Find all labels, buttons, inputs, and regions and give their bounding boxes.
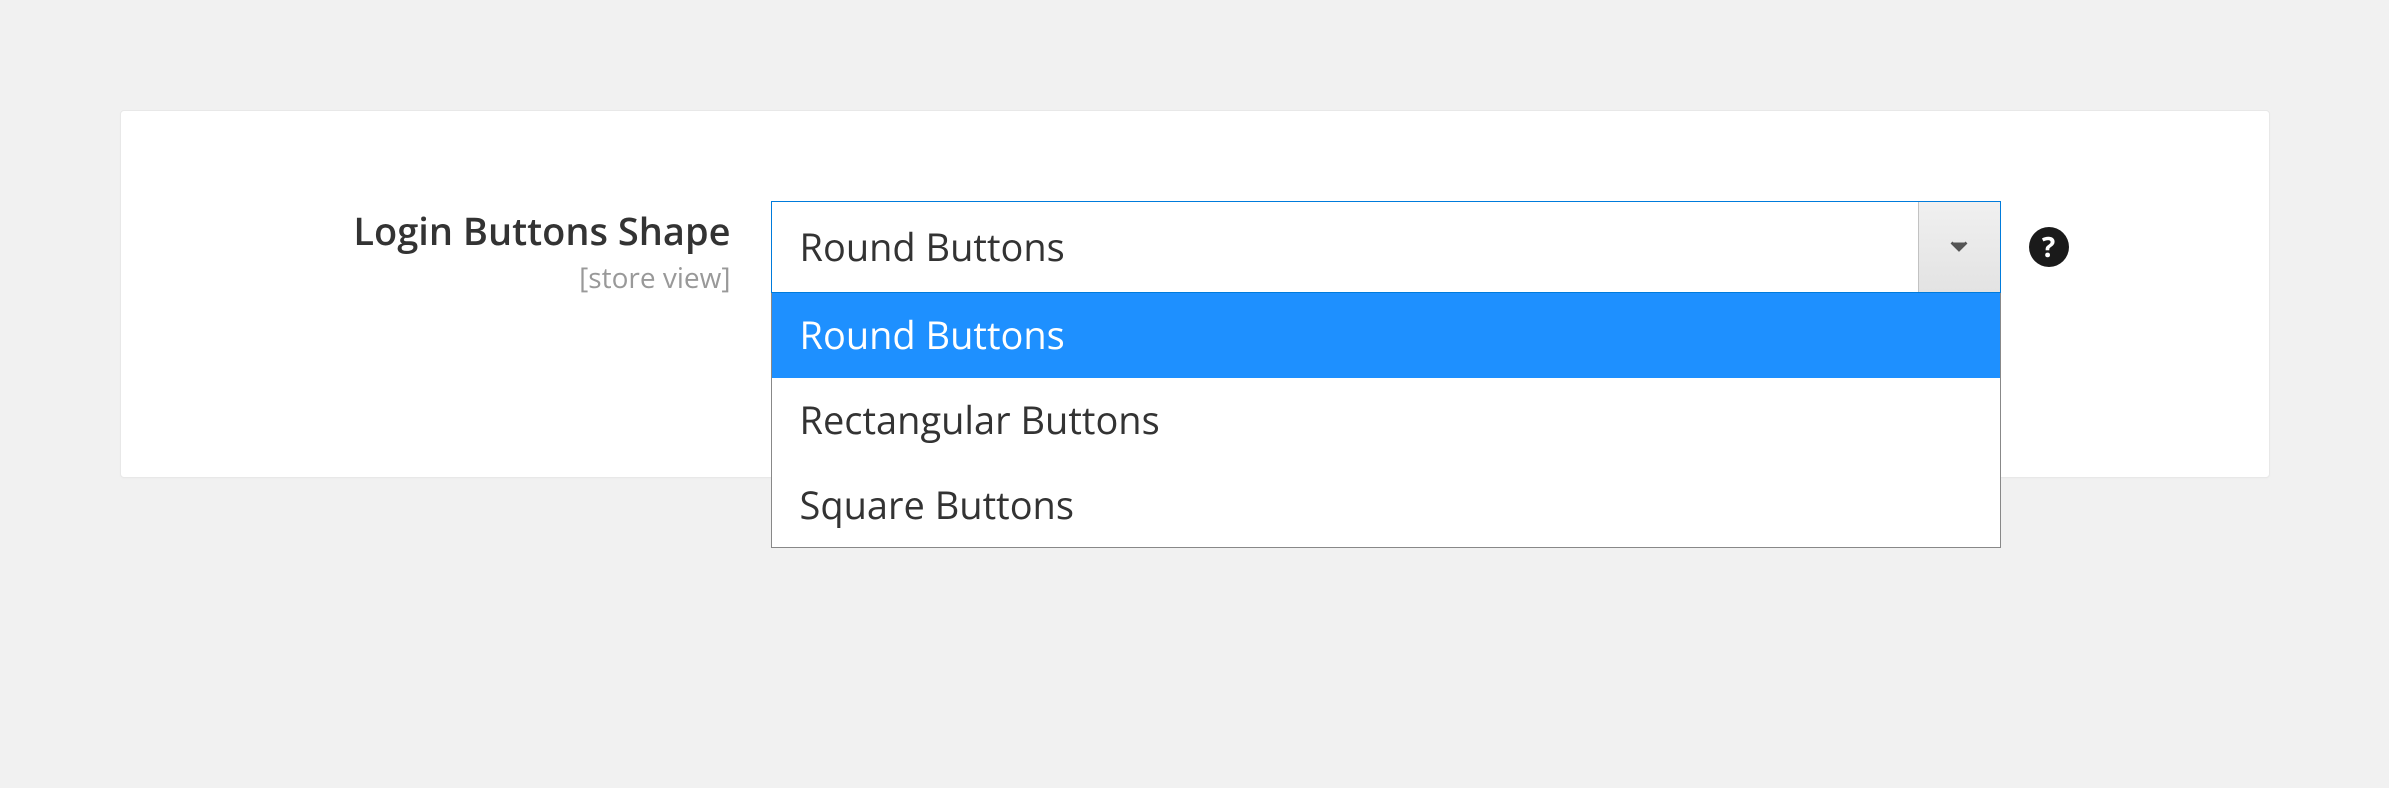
login-buttons-shape-select[interactable]: Round Buttons [771,201,2001,293]
field-row: Login Buttons Shape [store view] Round B… [211,201,2179,297]
help-column: ? [2001,201,2069,267]
help-icon[interactable]: ? [2029,227,2069,267]
dropdown-option[interactable]: Square Buttons [772,463,2000,548]
chevron-down-icon [1950,241,1968,253]
dropdown-arrow [1918,202,2000,292]
dropdown-option[interactable]: Rectangular Buttons [772,378,2000,463]
dropdown-list: Round ButtonsRectangular ButtonsSquare B… [771,293,2001,548]
field-label: Login Buttons Shape [211,209,731,255]
input-column: Round Buttons Round ButtonsRectangular B… [771,201,2001,293]
help-symbol: ? [2042,228,2055,266]
label-column: Login Buttons Shape [store view] [211,201,771,297]
select-value: Round Buttons [772,221,1918,273]
dropdown-option[interactable]: Round Buttons [772,293,2000,378]
scope-label: [store view] [211,259,731,297]
config-card: Login Buttons Shape [store view] Round B… [120,110,2270,478]
